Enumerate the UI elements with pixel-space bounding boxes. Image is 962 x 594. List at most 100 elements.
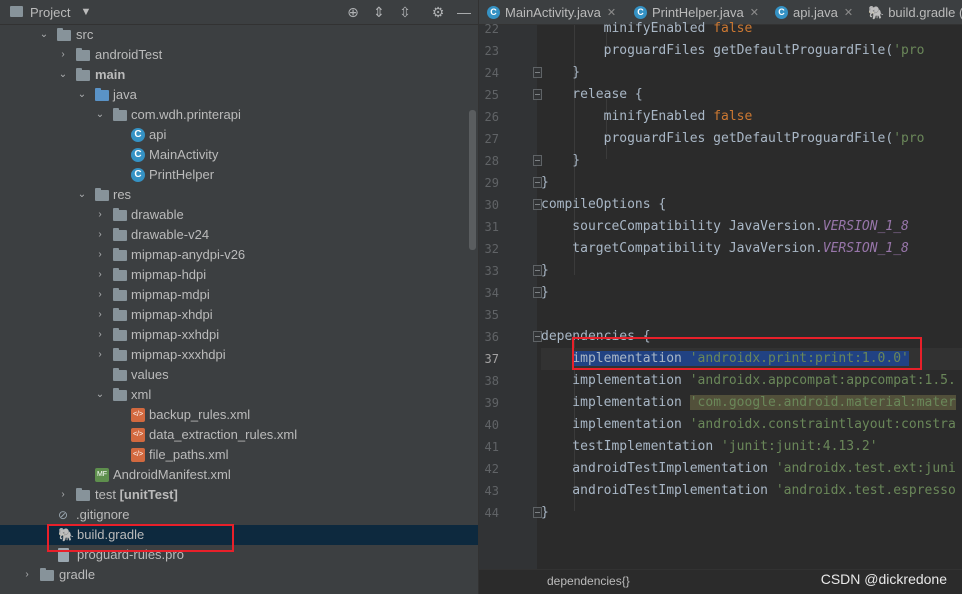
tree-item-data-extraction-rules[interactable]: </> data_extraction_rules.xml [0,425,478,445]
line-number: 22 [484,22,499,36]
tree-item-drawable[interactable]: › drawable [0,205,478,225]
class-icon: C [131,168,145,182]
tree-item-mipmap-mdpi[interactable]: › mipmap-mdpi [0,285,478,305]
tree-item-file-paths[interactable]: </> file_paths.xml [0,445,478,465]
project-panel: Project ▼ ⊕ ⇕ ⇳ ⚙ — ⌄ src › androidTest … [0,0,478,594]
code-line[interactable]: } [541,172,962,194]
tree-item-printhelper[interactable]: C PrintHelper [0,165,478,185]
code-line[interactable]: sourceCompatibility JavaVersion.VERSION_… [541,216,962,238]
line-number: 41 [484,440,499,454]
tree-item-xml[interactable]: ⌄ xml [0,385,478,405]
chevron-right-icon[interactable]: › [94,205,106,225]
expand-all-icon[interactable]: ⇕ [371,4,387,20]
chevron-right-icon[interactable]: › [94,265,106,285]
code-line[interactable]: testImplementation 'junit:junit:4.13.2' [541,436,962,458]
folder-icon [113,268,127,281]
highlight-box-dependency [572,337,922,370]
chevron-right-icon[interactable]: › [21,565,33,585]
chevron-right-icon[interactable]: › [57,485,69,505]
tree-item-androidtest[interactable]: › androidTest [0,45,478,65]
chevron-down-icon[interactable]: ⌄ [94,105,106,125]
chevron-down-icon[interactable]: ⌄ [94,385,106,405]
watermark: CSDN @dickredone [820,571,947,587]
code-line[interactable]: implementation 'com.google.android.mater… [541,392,962,414]
code-line[interactable]: proguardFiles getDefaultProguardFile('pr… [541,128,962,150]
tree-item-src[interactable]: ⌄ src [0,25,478,45]
breadcrumb-item[interactable]: dependencies{} [547,574,630,588]
line-number: 26 [484,110,499,124]
tree-item-backup-rules[interactable]: </> backup_rules.xml [0,405,478,425]
code-token: } [541,65,581,80]
code-line[interactable]: androidTestImplementation 'androidx.test… [541,458,962,480]
code-line[interactable]: } [541,282,962,304]
folder-icon [40,568,54,581]
tree-item-label: androidTest [95,47,163,62]
folder-icon [113,388,127,401]
chevron-right-icon[interactable]: › [94,345,106,365]
chevron-down-icon[interactable]: ⌄ [76,85,88,105]
tree-item-java[interactable]: ⌄ java [0,85,478,105]
locate-icon[interactable]: ⊕ [345,4,361,20]
line-number: 32 [484,242,499,256]
chevron-down-icon[interactable]: ⌄ [38,25,50,45]
chevron-down-icon[interactable]: ▼ [80,6,91,18]
package-icon [113,108,127,121]
tree-item-label: PrintHelper [149,167,215,182]
tree-item-main[interactable]: ⌄ main [0,65,478,85]
code-line[interactable]: minifyEnabled false [541,106,962,128]
code-line[interactable]: implementation 'androidx.constraintlayou… [541,414,962,436]
code-token: implementation [541,373,690,388]
chevron-right-icon[interactable]: › [94,225,106,245]
code-line[interactable]: minifyEnabled false [541,18,962,40]
tree-item-drawable-v24[interactable]: › drawable-v24 [0,225,478,245]
chevron-down-icon[interactable]: ⌄ [57,65,69,85]
chevron-right-icon[interactable]: › [94,305,106,325]
code-token: false [713,109,753,124]
collapse-all-icon[interactable]: ⇳ [397,4,413,20]
code-line[interactable]: } [541,260,962,282]
code-line[interactable]: targetCompatibility JavaVersion.VERSION_… [541,238,962,260]
tree-item-mipmap-xxhdpi[interactable]: › mipmap-xxhdpi [0,325,478,345]
tree-item-test[interactable]: › test [unitTest] [0,485,478,505]
source-folder-icon [95,88,109,101]
chevron-right-icon[interactable]: › [94,325,106,345]
tree-item-api[interactable]: C api [0,125,478,145]
tree-item-gitignore[interactable]: ⊘ .gitignore [0,505,478,525]
tree-item-mipmap-xxxhdpi[interactable]: › mipmap-xxxhdpi [0,345,478,365]
tree-item-mipmap-hdpi[interactable]: › mipmap-hdpi [0,265,478,285]
code-line[interactable]: proguardFiles getDefaultProguardFile('pr… [541,40,962,62]
code-area[interactable]: minifyEnabled false proguardFiles getDef… [541,21,962,569]
chevron-down-icon[interactable]: ⌄ [76,185,88,205]
code-line[interactable]: release { [541,84,962,106]
minimize-icon[interactable]: — [456,4,472,20]
tree-item-gradle[interactable]: › gradle [0,565,478,585]
tree-item-label: com.wdh.printerapi [131,107,241,122]
code-token: minifyEnabled [541,21,714,36]
code-line[interactable]: compileOptions { [541,194,962,216]
code-line[interactable]: androidTestImplementation 'androidx.test… [541,480,962,502]
code-editor: C MainActivity.java ✕ C PrintHelper.java… [478,0,962,594]
tree-item-label: data_extraction_rules.xml [149,427,298,442]
code-line[interactable]: } [541,150,962,172]
code-line[interactable]: } [541,62,962,84]
tree-item-androidmanifest[interactable]: MF AndroidManifest.xml [0,465,478,485]
chevron-right-icon[interactable]: › [94,245,106,265]
chevron-right-icon[interactable]: › [94,285,106,305]
tree-item-mipmap-xhdpi[interactable]: › mipmap-xhdpi [0,305,478,325]
project-view-title[interactable]: Project [30,5,70,20]
tree-item-mainactivity[interactable]: C MainActivity [0,145,478,165]
code-token: } [541,153,581,168]
tree-item-values[interactable]: values [0,365,478,385]
code-line[interactable] [541,304,962,326]
code-line[interactable]: } [541,502,962,524]
tree-item-res[interactable]: ⌄ res [0,185,478,205]
line-number: 25 [484,88,499,102]
code-line[interactable]: implementation 'androidx.appcompat:appco… [541,370,962,392]
chevron-right-icon[interactable]: › [57,45,69,65]
tree-item-package[interactable]: ⌄ com.wdh.printerapi [0,105,478,125]
line-number-gutter: 22 23 24 25 26 27 28 29 30 31 32 33 34 3… [479,22,542,569]
tree-scrollbar[interactable] [469,110,476,250]
tree-item-mipmap-anydpi-v26[interactable]: › mipmap-anydpi-v26 [0,245,478,265]
gear-icon[interactable]: ⚙ [430,4,446,20]
code-token: } [541,505,549,520]
